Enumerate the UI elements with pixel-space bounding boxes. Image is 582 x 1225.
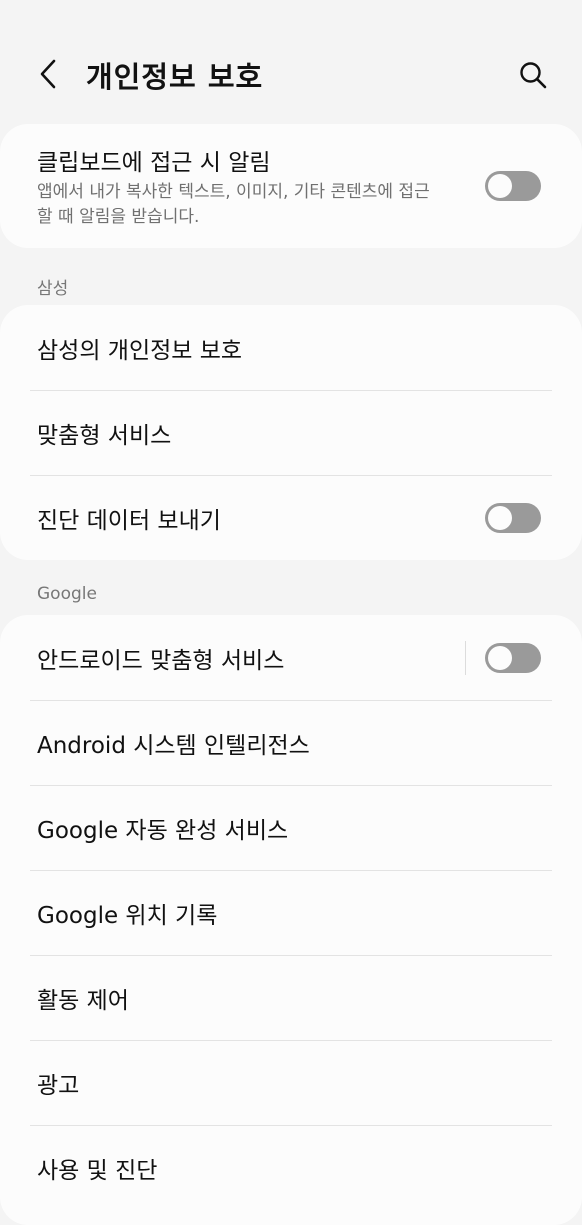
vertical-divider	[465, 640, 466, 675]
activity-controls-label: 활동 제어	[37, 987, 129, 1014]
google-location-history-label: Google 위치 기록	[37, 902, 218, 929]
app-header: 개인정보 보호	[0, 0, 582, 120]
android-system-intelligence-item[interactable]: Android 시스템 인텔리전스	[0, 700, 582, 785]
samsung-card: 삼성의 개인정보 보호 맞춤형 서비스 진단 데이터 보내기	[0, 305, 582, 560]
search-icon	[520, 62, 547, 89]
section-header-samsung: 삼성	[37, 279, 69, 299]
android-system-intelligence-label: Android 시스템 인텔리전스	[37, 732, 310, 759]
google-card: 안드로이드 맞춤형 서비스 Android 시스템 인텔리전스 Google 자…	[0, 615, 582, 1225]
send-diagnostic-data-toggle[interactable]	[485, 502, 541, 533]
ads-item[interactable]: 광고	[0, 1040, 582, 1125]
samsung-privacy-label: 삼성의 개인정보 보호	[37, 337, 243, 364]
google-location-history-item[interactable]: Google 위치 기록	[0, 870, 582, 955]
search-button[interactable]	[514, 56, 552, 94]
ads-label: 광고	[37, 1072, 80, 1099]
send-diagnostic-data-label: 진단 데이터 보내기	[37, 507, 221, 534]
activity-controls-item[interactable]: 활동 제어	[0, 955, 582, 1040]
customization-service-label: 맞춤형 서비스	[37, 422, 172, 449]
google-autofill-item[interactable]: Google 자동 완성 서비스	[0, 785, 582, 870]
toggle-knob	[488, 174, 512, 198]
samsung-privacy-item[interactable]: 삼성의 개인정보 보호	[0, 305, 582, 390]
toggle-knob	[488, 645, 512, 670]
send-diagnostic-data-item[interactable]: 진단 데이터 보내기	[0, 475, 582, 560]
google-autofill-label: Google 자동 완성 서비스	[37, 817, 289, 844]
android-customization-label: 안드로이드 맞춤형 서비스	[37, 647, 285, 674]
android-customization-toggle[interactable]	[485, 642, 541, 673]
clipboard-alert-title: 클립보드에 접근 시 알림	[37, 150, 271, 176]
back-button[interactable]	[30, 56, 66, 92]
usage-diagnostics-item[interactable]: 사용 및 진단	[0, 1125, 582, 1210]
clipboard-alert-description: 앱에서 내가 복사한 텍스트, 이미지, 기타 콘텐츠에 접근할 때 알림을 받…	[37, 182, 430, 227]
chevron-left-icon	[40, 59, 56, 89]
usage-diagnostics-label: 사용 및 진단	[37, 1157, 158, 1184]
clipboard-alert-toggle[interactable]	[485, 171, 541, 201]
page-title: 개인정보 보호	[86, 60, 264, 94]
toggle-knob	[488, 505, 512, 530]
section-header-google: Google	[37, 584, 97, 604]
customization-service-item[interactable]: 맞춤형 서비스	[0, 390, 582, 475]
android-customization-item[interactable]: 안드로이드 맞춤형 서비스	[0, 615, 582, 700]
